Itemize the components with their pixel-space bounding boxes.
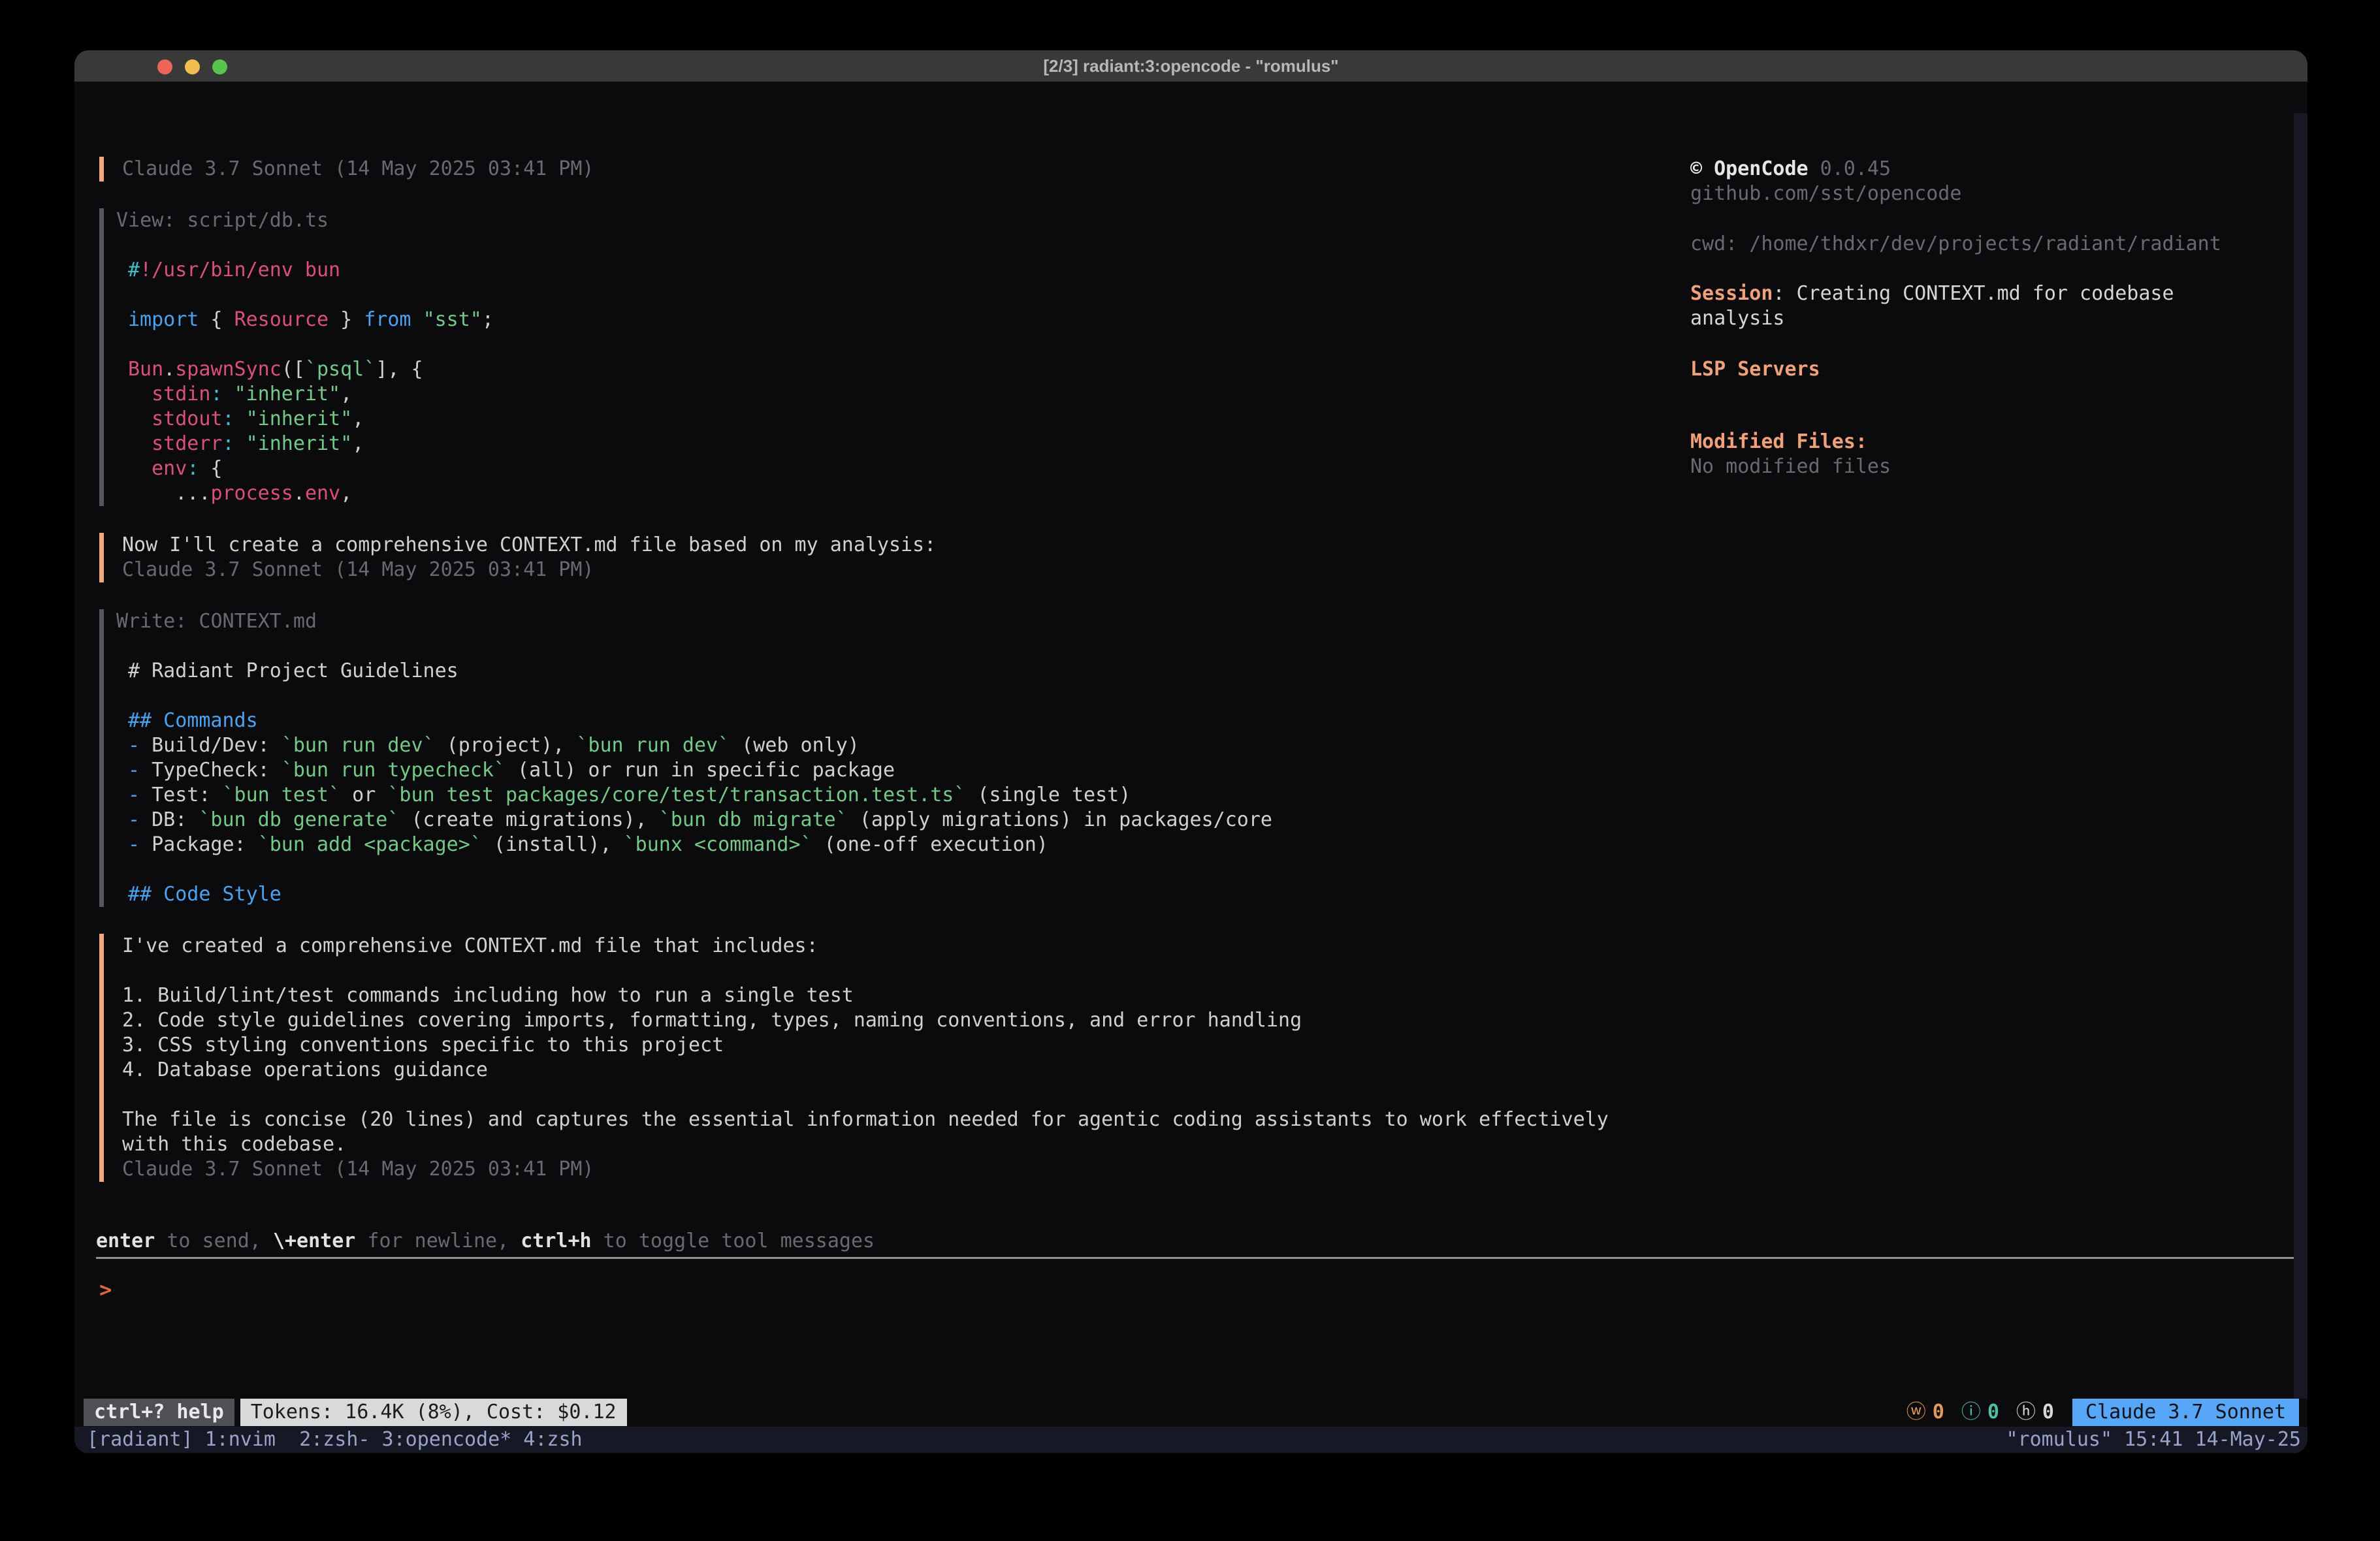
text-line: #!/usr/bin/env bun [116, 258, 494, 283]
block-body: I've created a comprehensive CONTEXT.md … [104, 934, 1609, 1182]
text-line: - DB: `bun db generate` (create migratio… [116, 808, 1272, 833]
zoom-button[interactable] [212, 59, 227, 74]
tokens-cost-chip: Tokens: 16.4K (8%), Cost: $0.12 [240, 1399, 627, 1426]
text-line: - Test: `bun test` or `bun test packages… [116, 783, 1272, 808]
text-line [116, 857, 1272, 882]
counter-icon: ⓗ [2016, 1401, 2036, 1423]
info-sidebar: © OpenCode 0.0.45 github.com/sst/opencod… [1690, 157, 2278, 479]
block-body: Now I'll create a comprehensive CONTEXT.… [104, 533, 936, 582]
input-help-line: enter to send, \+enter for newline, ctrl… [96, 1229, 875, 1254]
block-accent-bar [99, 609, 104, 907]
text-line: Claude 3.7 Sonnet (14 May 2025 03:41 PM) [122, 558, 936, 582]
window-titlebar[interactable]: [2/3] radiant:3:opencode - "romulus" [74, 50, 2308, 82]
text-line: ## Code Style [116, 882, 1272, 907]
text-line: 1. Build/lint/test commands including ho… [122, 983, 1609, 1008]
tmux-host-clock: "romulus" 15:41 14-May-25 [2006, 1427, 2308, 1452]
close-button[interactable] [157, 59, 172, 74]
text-line: 2. Code style guidelines covering import… [122, 1008, 1609, 1033]
text-line: - Build/Dev: `bun run dev` (project), `b… [116, 733, 1272, 758]
text-line: stdout: "inherit", [116, 407, 494, 432]
modified-files-title: Modified Files: [1690, 430, 2278, 454]
text-line: ...process.env, [116, 481, 494, 506]
cwd-path: cwd: /home/thdxr/dev/projects/radiant/ra… [1690, 232, 2278, 257]
message-block: Now I'll create a comprehensive CONTEXT.… [99, 533, 1719, 582]
app-version-row: © OpenCode 0.0.45 [1690, 157, 2278, 182]
tool-block: View: script/db.ts #!/usr/bin/env bun im… [99, 208, 1719, 506]
help-segment: to send, [155, 1230, 273, 1252]
status-bar: ctrl+? help Tokens: 16.4K (8%), Cost: $0… [84, 1399, 2299, 1426]
block-body: Claude 3.7 Sonnet (14 May 2025 03:41 PM) [104, 157, 594, 182]
session-row: Session: Creating CONTEXT.md for codebas… [1690, 281, 2278, 331]
counter-icon: ⓦ [1906, 1401, 1926, 1423]
help-segment: to toggle tool messages [592, 1230, 875, 1252]
text-line: # Radiant Project Guidelines [116, 659, 1272, 684]
text-line: Write: CONTEXT.md [116, 609, 1272, 634]
block-accent-bar [99, 157, 104, 182]
model-badge[interactable]: Claude 3.7 Sonnet [2072, 1399, 2299, 1426]
input-divider [96, 1257, 2294, 1259]
text-line: Now I'll create a comprehensive CONTEXT.… [122, 533, 936, 558]
text-line: env: { [116, 456, 494, 481]
text-line: ## Commands [116, 708, 1272, 733]
prompt-input[interactable]: > [99, 1277, 112, 1302]
tmux-status-bar: [radiant] 1:nvim 2:zsh- 3:opencode* 4:zs… [74, 1427, 2308, 1453]
tool-block: Write: CONTEXT.md # Radiant Project Guid… [99, 609, 1719, 907]
help-segment: ctrl+h [521, 1230, 591, 1252]
modified-files-empty: No modified files [1690, 454, 2278, 479]
status-counters: ⓦ0ⓘ0ⓗ0 [1890, 1400, 2054, 1425]
text-line: Claude 3.7 Sonnet (14 May 2025 03:41 PM) [122, 1157, 1609, 1182]
text-line: - TypeCheck: `bun run typecheck` (all) o… [116, 758, 1272, 783]
repo-link: github.com/sst/opencode [1690, 182, 2278, 206]
app-version: 0.0.45 [1809, 157, 1891, 180]
text-line: 4. Database operations guidance [122, 1058, 1609, 1083]
scrollbar-gutter[interactable] [2294, 113, 2308, 1399]
text-line [122, 1083, 1609, 1107]
text-line: stderr: "inherit", [116, 432, 494, 456]
message-block: Claude 3.7 Sonnet (14 May 2025 03:41 PM) [99, 157, 1719, 182]
block-accent-bar [99, 934, 104, 1182]
session-label: Session [1690, 282, 1773, 305]
hint-counter: ⓗ0 [2016, 1400, 2054, 1425]
counter-value: 0 [1987, 1401, 1999, 1423]
text-line [116, 332, 494, 357]
message-block: I've created a comprehensive CONTEXT.md … [99, 934, 1719, 1182]
text-line [116, 283, 494, 308]
block-body: Write: CONTEXT.md # Radiant Project Guid… [104, 609, 1272, 907]
app-logo: © OpenCode [1690, 157, 1809, 180]
terminal-content: Claude 3.7 Sonnet (14 May 2025 03:41 PM)… [74, 82, 2308, 1454]
lsp-servers-title: LSP Servers [1690, 357, 2278, 382]
block-accent-bar [99, 533, 104, 582]
text-line: Bun.spawnSync([`psql`], { [116, 357, 494, 382]
warning-counter: ⓦ0 [1906, 1400, 1944, 1425]
text-line: The file is concise (20 lines) and captu… [122, 1107, 1609, 1132]
text-line [116, 684, 1272, 708]
text-line: - Package: `bun add <package>` (install)… [116, 833, 1272, 857]
terminal-window: [2/3] radiant:3:opencode - "romulus" Cla… [74, 50, 2308, 1454]
window-title: [2/3] radiant:3:opencode - "romulus" [1043, 56, 1338, 76]
tmux-window-list[interactable]: [radiant] 1:nvim 2:zsh- 3:opencode* 4:zs… [74, 1427, 583, 1452]
block-body: View: script/db.ts #!/usr/bin/env bun im… [104, 208, 494, 506]
block-accent-bar [99, 208, 104, 506]
counter-value: 0 [1933, 1401, 1944, 1423]
text-line [122, 959, 1609, 983]
counter-icon: ⓘ [1961, 1401, 1981, 1423]
help-segment: \+enter [273, 1230, 355, 1252]
text-line [116, 233, 494, 258]
text-line: 3. CSS styling conventions specific to t… [122, 1033, 1609, 1058]
minimize-button[interactable] [185, 59, 200, 74]
text-line: with this codebase. [122, 1132, 1609, 1157]
help-shortcut-chip[interactable]: ctrl+? help [84, 1399, 234, 1426]
help-segment: for newline, [355, 1230, 521, 1252]
text-line: import { Resource } from "sst"; [116, 308, 494, 332]
text-line [116, 634, 1272, 659]
text-line: I've created a comprehensive CONTEXT.md … [122, 934, 1609, 959]
text-line: stdin: "inherit", [116, 382, 494, 407]
chat-column: Claude 3.7 Sonnet (14 May 2025 03:41 PM)… [99, 157, 1719, 1209]
text-line: View: script/db.ts [116, 208, 494, 233]
counter-value: 0 [2042, 1401, 2054, 1423]
text-line: Claude 3.7 Sonnet (14 May 2025 03:41 PM) [122, 157, 594, 182]
help-segment: enter [96, 1230, 155, 1252]
info-counter: ⓘ0 [1961, 1400, 1999, 1425]
